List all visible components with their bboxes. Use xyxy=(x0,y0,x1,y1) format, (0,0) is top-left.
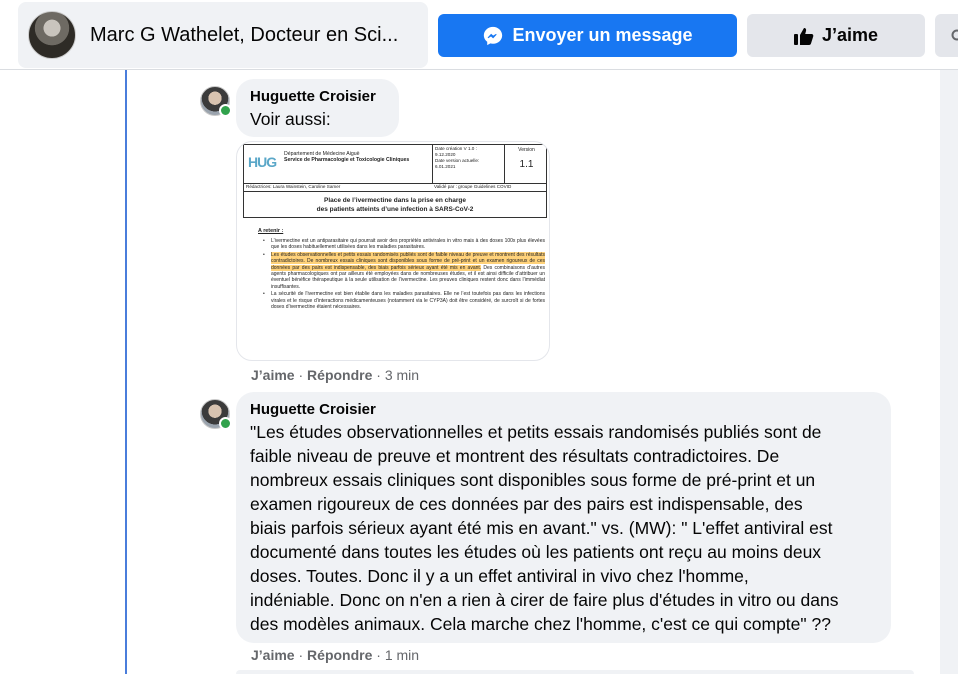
comment-author[interactable]: Huguette Croisier xyxy=(250,88,385,105)
like-page-label: J’aime xyxy=(821,25,879,45)
send-message-label: Envoyer un message xyxy=(512,25,693,45)
reply-link[interactable]: Répondre xyxy=(307,647,372,663)
doc-dates: Date création V 1.0 : 9.12.2020 Date ver… xyxy=(432,145,504,184)
comment-timestamp[interactable]: 3 min xyxy=(385,367,419,383)
comment-bubble: Huguette Croisier "Les études observatio… xyxy=(236,392,891,643)
profile-avatar[interactable] xyxy=(28,11,76,59)
like-comment-link[interactable]: J’aime xyxy=(251,647,295,663)
profile-chip[interactable]: Marc G Wathelet, Docteur en Sci... xyxy=(18,2,428,68)
like-page-button[interactable]: J’aime xyxy=(747,14,925,57)
attached-document-image[interactable]: HUG Département de Médecine Aiguë Servic… xyxy=(236,141,550,361)
profile-name[interactable]: Marc G Wathelet, Docteur en Sci... xyxy=(90,24,420,47)
comment-timestamp[interactable]: 1 min xyxy=(385,647,419,663)
comment-text: Voir aussi: xyxy=(250,109,331,129)
doc-title: Place de l’ivermectine dans la prise en … xyxy=(243,192,547,218)
doc-header: HUG Département de Médecine Aiguë Servic… xyxy=(243,144,547,184)
messenger-icon xyxy=(484,26,503,45)
send-message-button[interactable]: Envoyer un message xyxy=(438,14,737,57)
doc-retenir: A retenir : xyxy=(258,228,284,234)
comment-actions: J’aime · Répondre · 1 min xyxy=(251,647,420,663)
doc-department: Département de Médecine Aiguë Service de… xyxy=(284,151,410,163)
comment-bubble: Huguette Croisier Voir aussi: xyxy=(236,79,399,137)
doc-bullets: L’ivermectine est un antiparasitaire qui… xyxy=(261,238,545,311)
reply-link[interactable]: Répondre xyxy=(307,367,372,383)
comment-actions: J’aime · Répondre · 3 min xyxy=(251,367,420,383)
doc-authors: Rédactrices: Laura Wainstein, Caroline S… xyxy=(243,183,547,192)
scroll-gutter xyxy=(940,70,958,674)
doc-version: Version 1.1 xyxy=(504,145,548,184)
thumbs-up-icon xyxy=(793,27,814,45)
like-comment-link[interactable]: J’aime xyxy=(251,367,295,383)
hug-logo: HUG xyxy=(248,154,277,170)
next-comment-box xyxy=(236,670,914,674)
online-status-dot xyxy=(219,104,232,117)
search-button[interactable] xyxy=(935,14,958,57)
comment-author[interactable]: Huguette Croisier xyxy=(250,401,877,418)
thread-line xyxy=(125,70,127,674)
search-icon xyxy=(951,29,958,40)
profile-header-bar: Marc G Wathelet, Docteur en Sci... Envoy… xyxy=(0,0,958,70)
comment-text: "Les études observationnelles et petits … xyxy=(250,422,839,634)
online-status-dot xyxy=(219,417,232,430)
